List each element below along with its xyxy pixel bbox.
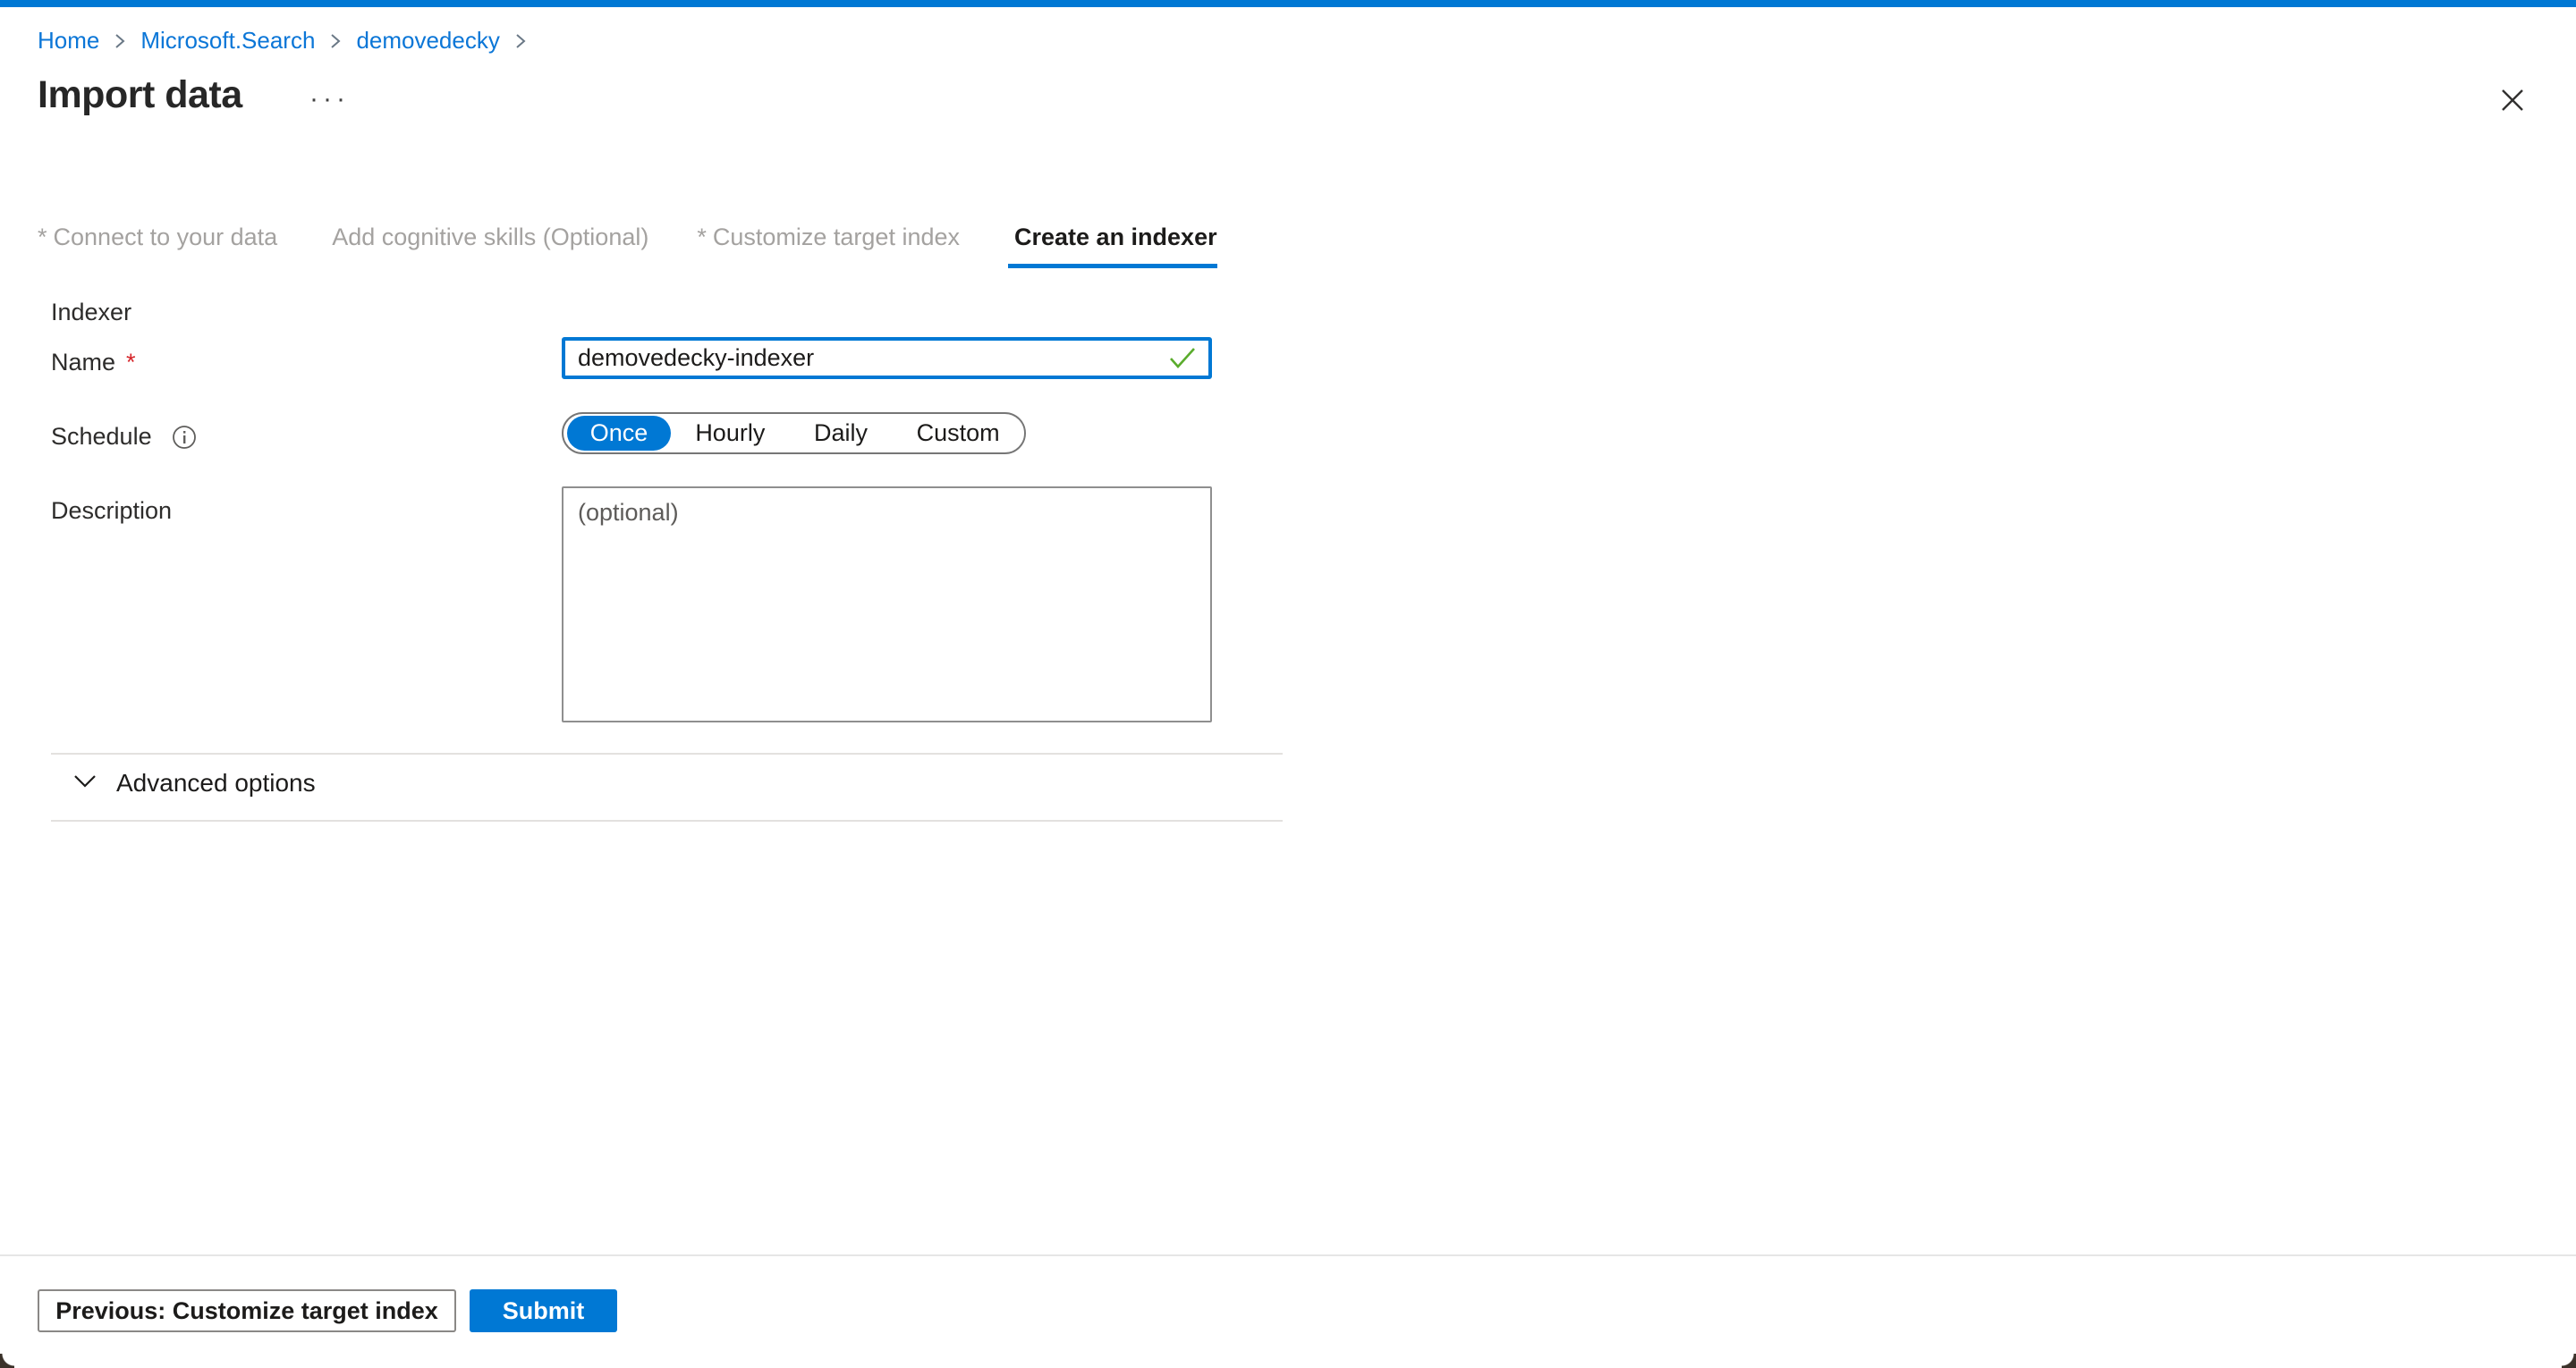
schedule-option-once[interactable]: Once	[567, 416, 671, 451]
tab-add-cognitive-skills[interactable]: Add cognitive skills (Optional)	[326, 224, 648, 268]
name-field-label: Name*	[51, 349, 136, 376]
chevron-down-icon	[72, 773, 98, 795]
name-field-wrapper	[562, 337, 1212, 379]
tab-customize-target-index[interactable]: *Customize target index	[697, 224, 960, 268]
advanced-options-toggle[interactable]: Advanced options	[72, 769, 316, 798]
breadcrumb-home-link[interactable]: Home	[38, 27, 99, 55]
schedule-option-daily[interactable]: Daily	[790, 414, 893, 452]
chevron-right-icon	[328, 31, 343, 51]
window-corner-artifact	[2562, 1354, 2576, 1368]
more-menu-icon[interactable]: ···	[309, 86, 350, 113]
validation-check-icon	[1167, 344, 1198, 376]
tab-connect-to-your-data[interactable]: *Connect to your data	[38, 224, 277, 268]
chevron-right-icon	[113, 31, 127, 51]
required-asterisk: *	[126, 349, 136, 376]
breadcrumb-service-link[interactable]: Microsoft.Search	[140, 27, 315, 55]
wizard-tabs: *Connect to your data Add cognitive skil…	[38, 224, 1217, 268]
description-field-label: Description	[51, 497, 172, 525]
chevron-right-icon	[513, 31, 528, 51]
close-icon[interactable]	[2497, 85, 2528, 115]
info-icon[interactable]	[172, 425, 197, 450]
schedule-segmented-control: Once Hourly Daily Custom	[562, 412, 1026, 454]
window-corner-artifact	[0, 1354, 14, 1368]
portal-top-accent-bar	[0, 0, 2576, 7]
indexer-section-title: Indexer	[51, 299, 131, 326]
schedule-field-label: Schedule	[51, 423, 197, 451]
breadcrumb-resource-link[interactable]: demovedecky	[356, 27, 499, 55]
indexer-name-input[interactable]	[562, 337, 1212, 379]
page-title: Import data	[38, 73, 242, 117]
schedule-option-hourly[interactable]: Hourly	[671, 414, 790, 452]
submit-button[interactable]: Submit	[470, 1289, 617, 1332]
description-textarea[interactable]	[562, 486, 1212, 722]
footer-divider	[0, 1254, 2576, 1256]
divider	[51, 753, 1283, 755]
tab-create-an-indexer[interactable]: Create an indexer	[1008, 224, 1217, 268]
previous-step-button[interactable]: Previous: Customize target index	[38, 1289, 456, 1332]
advanced-options-label: Advanced options	[116, 769, 316, 798]
breadcrumb: Home Microsoft.Search demovedecky	[38, 27, 528, 55]
schedule-option-custom[interactable]: Custom	[892, 414, 1024, 452]
divider	[51, 820, 1283, 822]
